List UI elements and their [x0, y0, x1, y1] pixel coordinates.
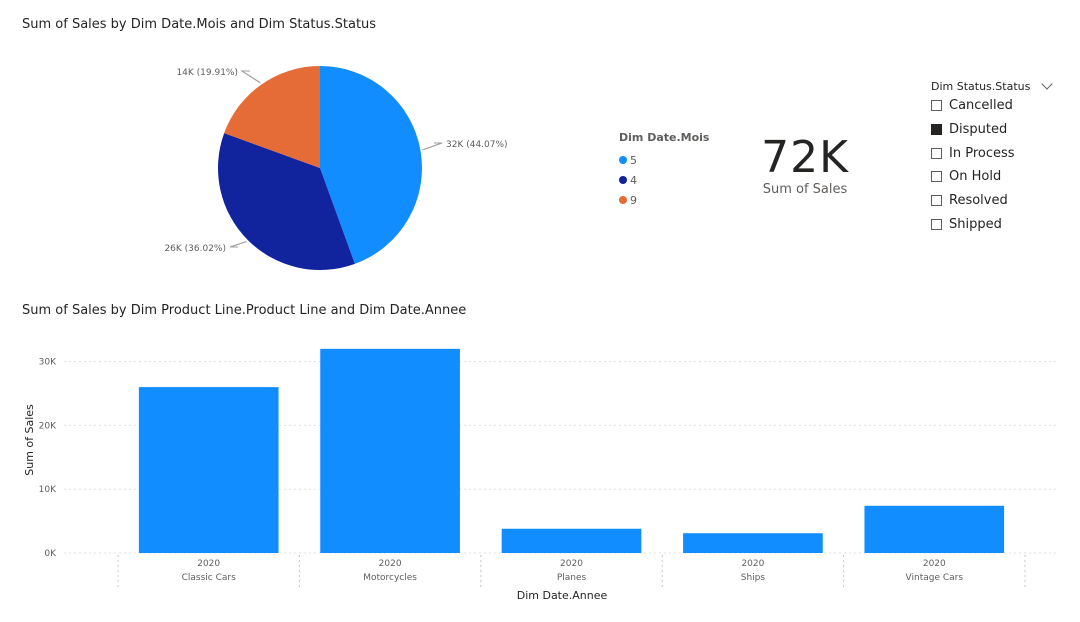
slicer-item-cancelled[interactable]: Cancelled: [931, 94, 1061, 118]
bar-chart[interactable]: 0K 10K 20K 30K 2020 Classic Cars 2020 Motorcycl…: [0, 322, 1080, 622]
checkbox-icon[interactable]: [931, 100, 942, 112]
legend-label: 9: [630, 193, 637, 207]
slicer-item-resolved[interactable]: Resolved: [931, 189, 1061, 213]
card-value: 72K: [761, 132, 849, 183]
pie-data-label: 26K (36.02%): [164, 244, 226, 254]
slicer-item-label: Resolved: [949, 193, 1008, 209]
pie-chart[interactable]: 32K (44.07%) 26K (36.02%) 14K (19.91%): [0, 40, 600, 330]
total-sales-card[interactable]: 72K Sum of Sales: [745, 132, 865, 197]
slicer-item-shipped[interactable]: Shipped: [931, 212, 1061, 236]
slicer-item-on-hold[interactable]: On Hold: [931, 165, 1061, 189]
pie-legend-title: Dim Date.Mois: [619, 131, 710, 144]
checkbox-icon[interactable]: [931, 218, 942, 230]
x-tick-label-year: 2020: [741, 559, 764, 569]
y-tick-label: 10K: [39, 485, 57, 495]
chevron-down-icon[interactable]: [1041, 77, 1053, 90]
card-label: Sum of Sales: [762, 182, 848, 197]
pie-legend: Dim Date.Mois 5 4 9: [619, 131, 709, 210]
bar-chart-title: Sum of Sales by Dim Product Line.Product…: [22, 303, 467, 318]
x-tick-label-year: 2020: [560, 559, 583, 569]
y-tick-label: 20K: [39, 421, 57, 431]
x-axis-title: Dim Date.Annee: [517, 589, 608, 602]
checkbox-icon[interactable]: [931, 171, 942, 183]
x-tick-label-product: Planes: [557, 573, 587, 583]
pie-data-label: 14K (19.91%): [176, 68, 238, 78]
slicer-item-label: Shipped: [949, 216, 1002, 232]
x-tick-label-product: Classic Cars: [182, 573, 236, 583]
bar-planes[interactable]: [501, 528, 642, 553]
slicer-item-in-process[interactable]: In Process: [931, 141, 1061, 165]
pie-data-label: 32K (44.07%): [446, 140, 508, 150]
checkbox-icon[interactable]: [931, 147, 942, 159]
slicer-item-label: Cancelled: [949, 98, 1013, 114]
legend-label: 4: [630, 173, 637, 187]
bar-classic-cars[interactable]: [138, 387, 279, 553]
slicer-header[interactable]: Dim Status.Status: [931, 77, 1061, 94]
bar-motorcycles[interactable]: [320, 348, 460, 553]
x-tick-label-year: 2020: [923, 559, 946, 569]
legend-item-4[interactable]: 4: [619, 170, 709, 190]
legend-dot-icon: [619, 176, 627, 184]
legend-label: 5: [630, 153, 637, 167]
pie-leader-line: [229, 241, 247, 248]
x-tick-label-year: 2020: [197, 559, 220, 569]
x-tick-label-product: Motorcycles: [363, 573, 417, 583]
x-tick-label-year: 2020: [379, 559, 402, 569]
pie-leader-line: [422, 142, 443, 151]
slicer-item-label: In Process: [949, 145, 1015, 161]
legend-item-5[interactable]: 5: [619, 150, 709, 170]
legend-dot-icon: [619, 156, 627, 164]
x-tick-label-product: Ships: [741, 573, 766, 583]
y-axis-title: Sum of Sales: [23, 404, 36, 476]
slicer-item-label: On Hold: [949, 169, 1002, 185]
y-tick-label: 30K: [39, 358, 57, 368]
legend-item-9[interactable]: 9: [619, 190, 709, 210]
slicer-item-label: Disputed: [949, 122, 1008, 138]
checkbox-checked-icon[interactable]: [931, 124, 942, 136]
slicer-item-disputed[interactable]: Disputed: [931, 118, 1061, 142]
x-tick-label-product: Vintage Cars: [906, 573, 964, 583]
bar-vintage-cars[interactable]: [864, 505, 1005, 553]
legend-dot-icon: [619, 196, 627, 204]
checkbox-icon[interactable]: [931, 195, 942, 207]
y-tick-label: 0K: [44, 549, 57, 559]
pie-chart-title: Sum of Sales by Dim Date.Mois and Dim St…: [22, 17, 377, 32]
status-slicer[interactable]: Dim Status.Status Cancelled Disputed In …: [931, 77, 1061, 236]
slicer-header-label: Dim Status.Status: [931, 79, 1031, 93]
bar-ships[interactable]: [683, 533, 823, 553]
pie-leader-line: [241, 70, 261, 84]
